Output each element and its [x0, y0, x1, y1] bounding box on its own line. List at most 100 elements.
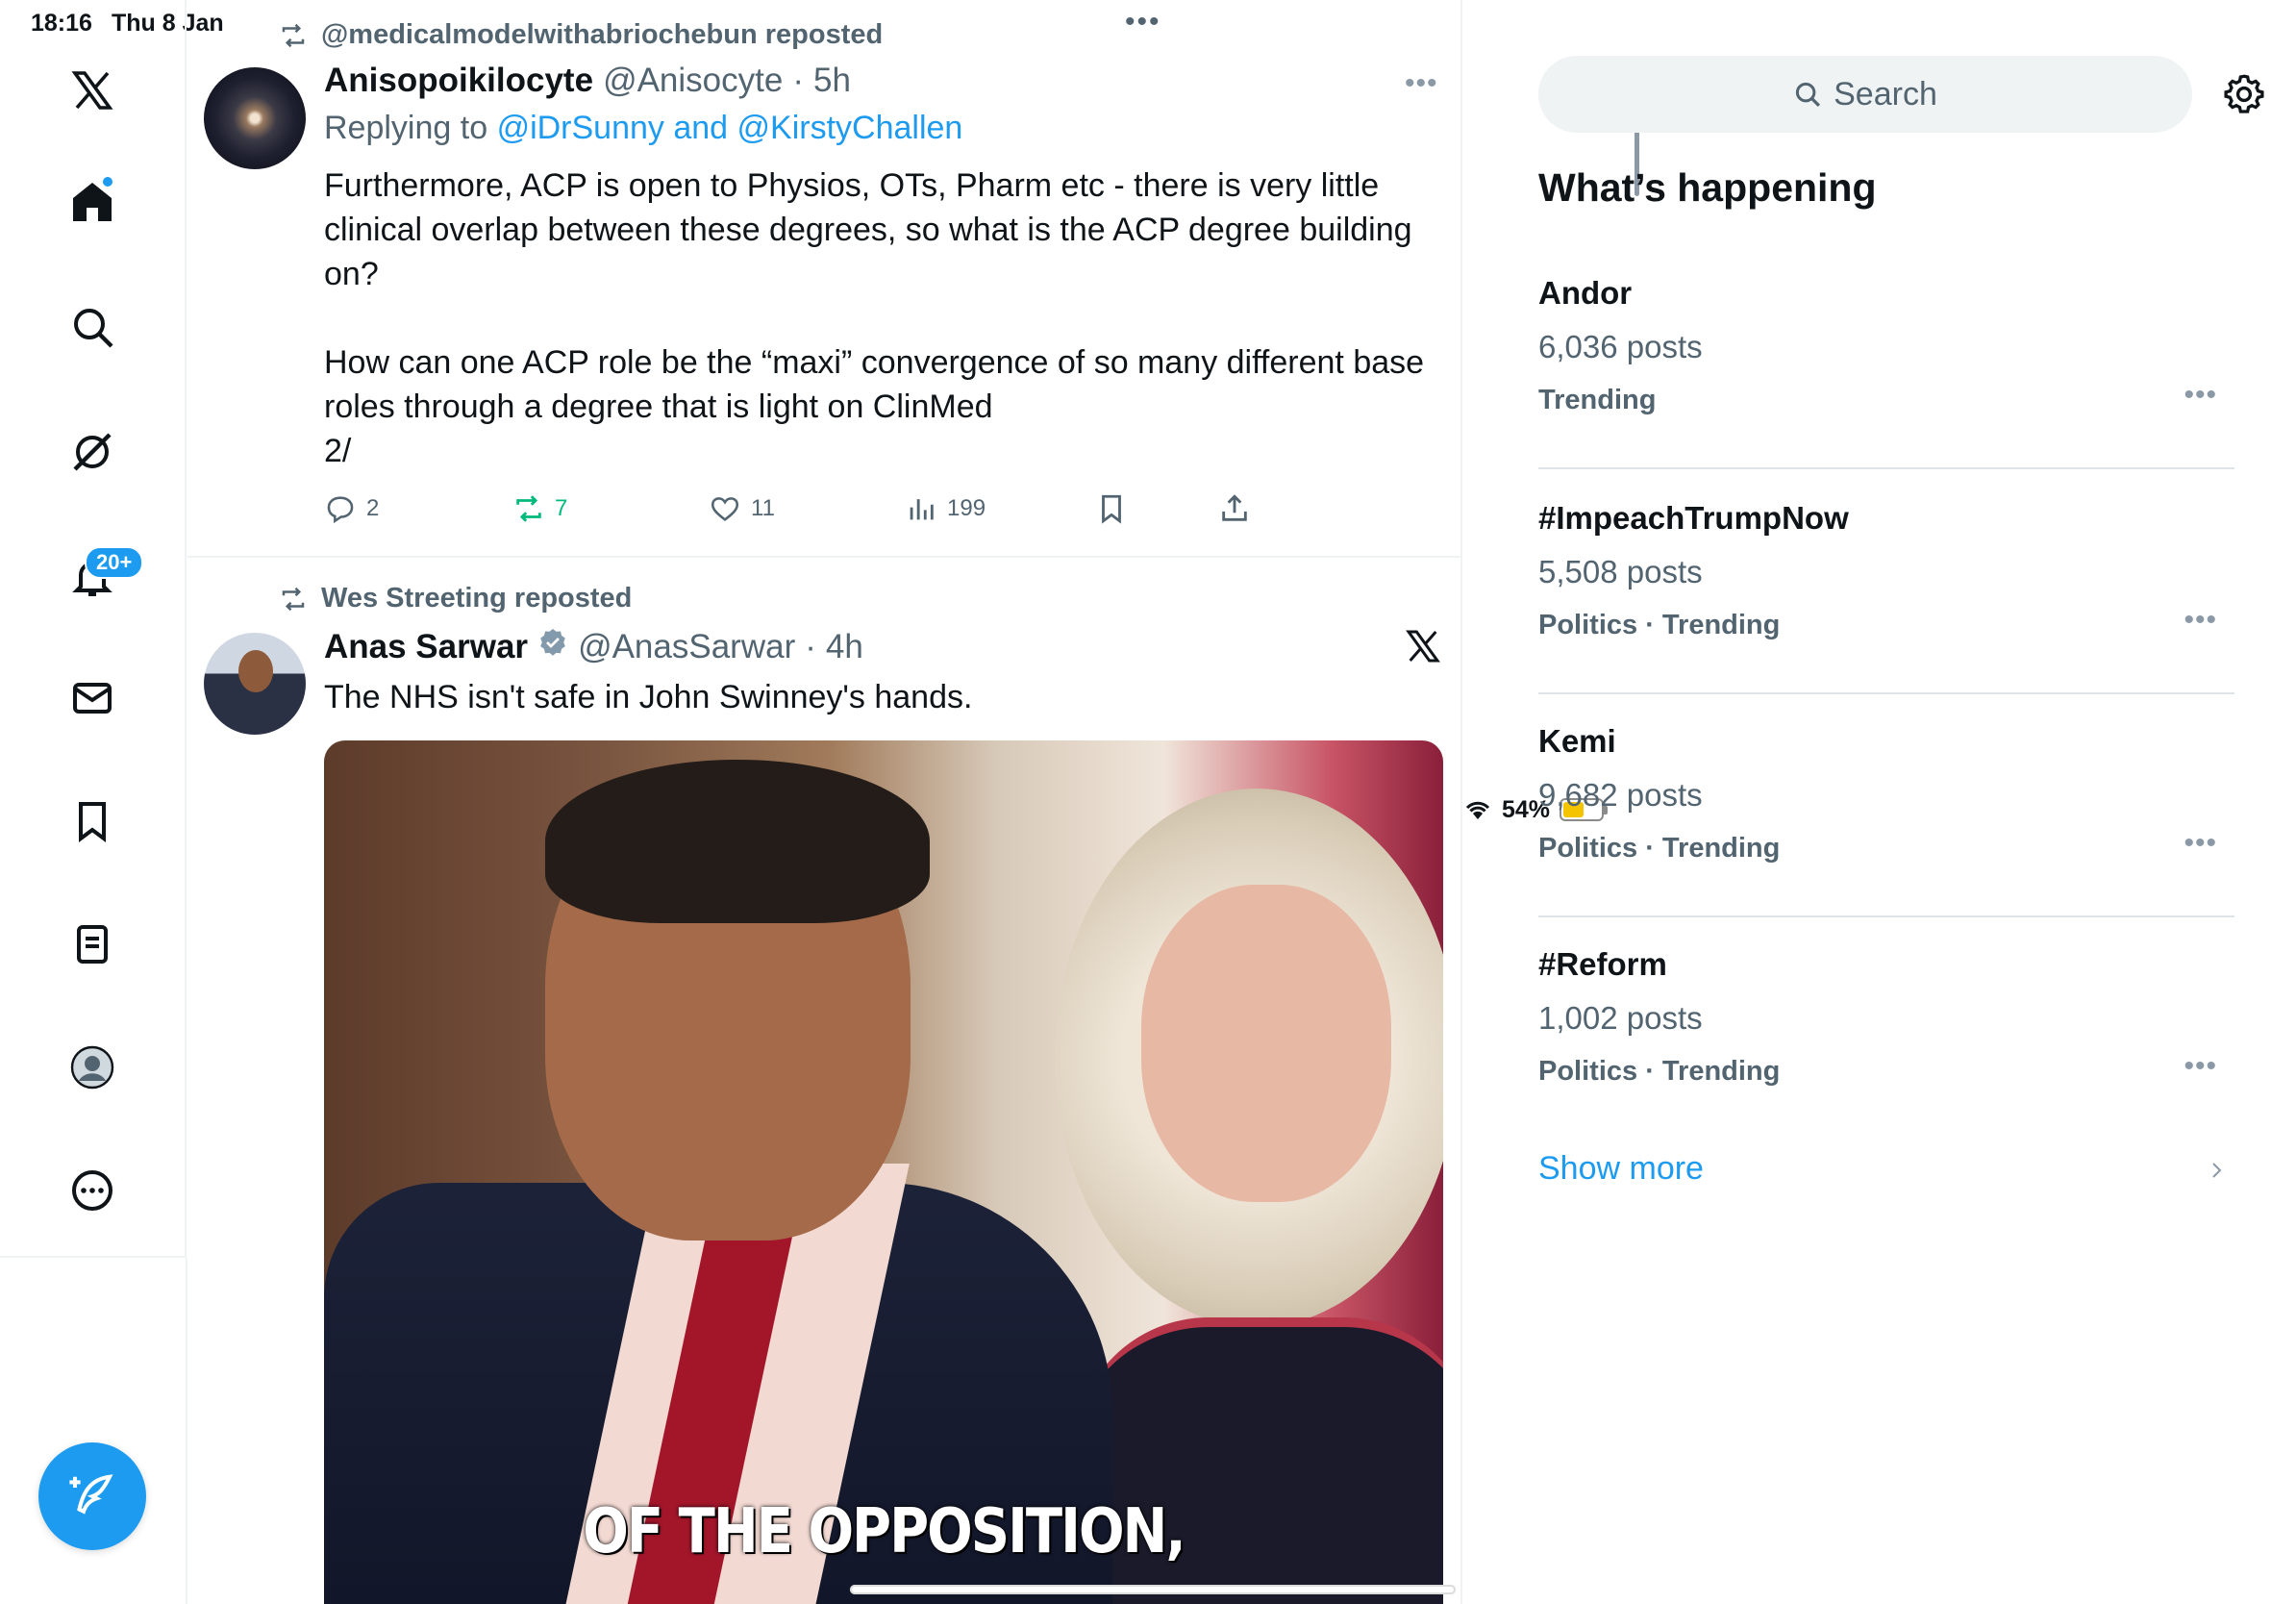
- trend-meta: Politics · Trending: [1538, 833, 1781, 864]
- repost-by[interactable]: @medicalmodelwithabriochebun reposted: [321, 19, 883, 51]
- trend-item[interactable]: #Reform 1,002 posts Politics · Trending …: [1538, 946, 2234, 1169]
- tweet-age[interactable]: 5h: [813, 62, 851, 100]
- trend-divider: [1538, 915, 2234, 917]
- tweet-text: Furthermore, ACP is open to Physios, OTs…: [324, 163, 1439, 473]
- share-icon: [1222, 494, 1247, 521]
- repost-button[interactable]: 7: [512, 492, 567, 525]
- messages-icon[interactable]: [58, 664, 127, 733]
- heart-icon: [711, 497, 739, 521]
- trend-more-icon[interactable]: •••: [2184, 827, 2217, 860]
- trend-item[interactable]: Andor 6,036 posts Trending •••: [1538, 275, 2234, 498]
- home-indicator[interactable]: [850, 1585, 1456, 1594]
- left-nav: 20+: [0, 0, 187, 1258]
- separator: ·: [805, 628, 816, 665]
- views-chart-icon: [910, 499, 934, 520]
- repost-by[interactable]: Wes Streeting reposted: [321, 583, 632, 614]
- tweet-header: Anas Sarwar @AnasSarwar · 4h: [324, 627, 863, 666]
- trend-name: Andor: [1538, 275, 1633, 311]
- author-name[interactable]: Anisopoikilocyte: [324, 62, 593, 100]
- reply-button[interactable]: 2: [324, 492, 379, 525]
- trend-count: 1,002 posts: [1538, 1000, 1703, 1036]
- tweet-line: roles through a degree that is light on …: [324, 388, 993, 425]
- verified-badge-icon: [540, 629, 565, 656]
- reply-icon: [327, 496, 354, 524]
- more-options-icon[interactable]: [58, 1156, 127, 1225]
- replying-to-users[interactable]: @iDrSunny and @KirstyChallen: [497, 110, 963, 146]
- gear-icon[interactable]: [2223, 73, 2265, 115]
- tweet-line: clinical overlap between these degrees, …: [324, 212, 1412, 248]
- grok-icon[interactable]: [58, 417, 127, 487]
- trend-more-icon[interactable]: •••: [2184, 1050, 2217, 1083]
- bookmark-button[interactable]: [1095, 492, 1128, 525]
- chevron-right-icon[interactable]: [2206, 1156, 2229, 1185]
- search-icon: [1796, 82, 1821, 108]
- reply-count: 2: [366, 495, 380, 521]
- tweet-line: on?: [324, 256, 379, 292]
- compose-feather-icon: [69, 1474, 113, 1515]
- trend-name: #Reform: [1538, 946, 1667, 982]
- views-button[interactable]: 199: [905, 492, 986, 525]
- trend-name: #ImpeachTrumpNow: [1538, 500, 1849, 536]
- bookmark-icon: [1102, 494, 1121, 524]
- author-handle[interactable]: @AnasSarwar: [578, 628, 795, 666]
- trend-count: 9,682 posts: [1538, 777, 1703, 813]
- trend-count: 5,508 posts: [1538, 554, 1703, 589]
- timeline[interactable]: @medicalmodelwithabriochebun reposted An…: [187, 0, 1639, 1604]
- search-icon[interactable]: [58, 292, 127, 362]
- repost-icon: [516, 495, 541, 522]
- right-sidebar: Search What’s happening Andor 6,036 post…: [1463, 0, 2296, 1604]
- trend-more-icon[interactable]: •••: [2184, 379, 2217, 412]
- x-logo-icon[interactable]: [58, 56, 127, 125]
- lists-icon[interactable]: [58, 910, 127, 979]
- x-logo-icon[interactable]: [1404, 627, 1442, 665]
- tweet-line: How can one ACP role be the “maxi” conve…: [324, 344, 1425, 381]
- like-button[interactable]: 11: [709, 492, 775, 525]
- author-handle[interactable]: @Anisocyte: [603, 62, 783, 100]
- repost-count: 7: [555, 495, 568, 521]
- tweet-1[interactable]: @medicalmodelwithabriochebun reposted An…: [187, 0, 1462, 556]
- search-input[interactable]: Search: [1538, 56, 2192, 133]
- bookmarks-icon[interactable]: [58, 787, 127, 856]
- repost-icon: [282, 23, 305, 47]
- repost-indicator: Wes Streeting reposted: [279, 583, 632, 614]
- author-name[interactable]: Anas Sarwar: [324, 628, 528, 666]
- repost-icon: [282, 587, 305, 611]
- tweet-line: 2/: [324, 433, 352, 469]
- home-unread-dot: [101, 175, 114, 188]
- show-more-link[interactable]: Show more: [1538, 1150, 1704, 1188]
- compose-post-button[interactable]: [38, 1442, 146, 1550]
- repost-indicator: @medicalmodelwithabriochebun reposted: [279, 19, 883, 51]
- tweet-age[interactable]: 4h: [826, 628, 863, 666]
- trend-count: 6,036 posts: [1538, 329, 1703, 364]
- home-icon[interactable]: [58, 167, 127, 237]
- tweet-text: The NHS isn't safe in John Swinney's han…: [324, 679, 973, 715]
- tweet-actions: 2 7 11 199: [324, 492, 1285, 531]
- views-count: 199: [947, 495, 986, 521]
- avatar[interactable]: [204, 67, 306, 169]
- search-placeholder: Search: [1834, 75, 1937, 113]
- replying-prefix: Replying to: [324, 110, 488, 146]
- tweet-header: Anisopoikilocyte @Anisocyte · 5h: [324, 62, 851, 100]
- trend-meta: Politics · Trending: [1538, 610, 1781, 640]
- separator: ·: [792, 62, 804, 99]
- trend-item[interactable]: Kemi 9,682 posts Politics · Trending •••: [1538, 723, 2234, 946]
- video-caption: OF THE OPPOSITION,: [583, 1495, 1185, 1567]
- tweet-more-icon[interactable]: •••: [1405, 67, 1438, 100]
- like-count: 11: [751, 495, 775, 521]
- avatar[interactable]: [204, 633, 306, 735]
- trend-more-icon[interactable]: •••: [2184, 604, 2217, 637]
- tweet-video[interactable]: OF THE OPPOSITION,: [324, 740, 1443, 1604]
- trend-divider: [1538, 692, 2234, 694]
- section-title: What’s happening: [1538, 165, 1877, 210]
- trend-divider: [1538, 467, 2234, 469]
- trend-meta: Trending: [1538, 385, 1657, 415]
- replying-to: Replying to @iDrSunny and @KirstyChallen: [324, 110, 962, 147]
- trend-meta: Politics · Trending: [1538, 1056, 1781, 1087]
- trend-item[interactable]: #ImpeachTrumpNow 5,508 posts Politics · …: [1538, 500, 2234, 723]
- tweet-line: [324, 296, 1439, 340]
- share-button[interactable]: [1218, 492, 1251, 525]
- notifications-badge: 20+: [85, 546, 144, 579]
- profile-avatar-icon[interactable]: [58, 1033, 127, 1102]
- trend-name: Kemi: [1538, 723, 1616, 759]
- tweet-line: Furthermore, ACP is open to Physios, OTs…: [324, 167, 1380, 204]
